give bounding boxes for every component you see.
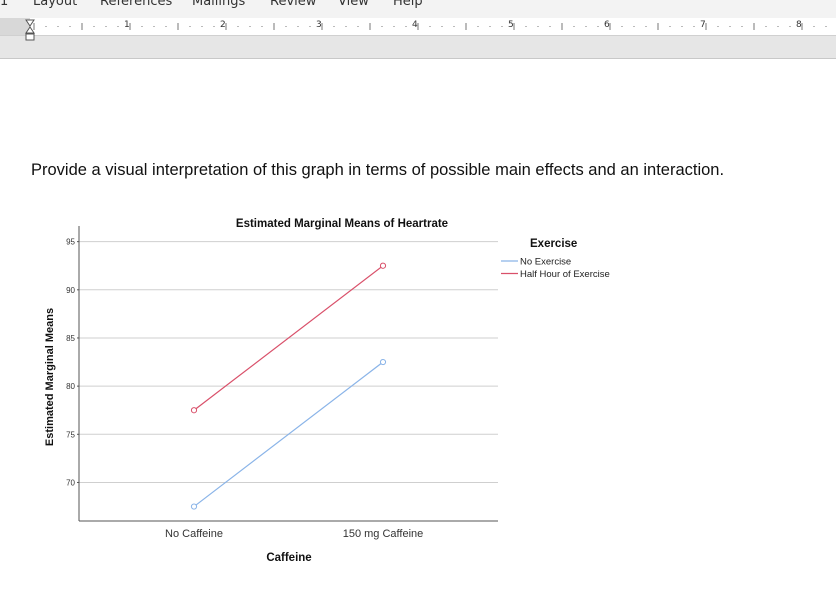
- tab-review[interactable]: Review: [270, 0, 316, 9]
- x-tick-label: No Caffeine: [165, 528, 223, 540]
- legend-entry: No Exercise: [520, 257, 571, 268]
- legend-title: Exercise: [530, 238, 577, 250]
- ruler-number: 2: [220, 20, 226, 30]
- estimated-marginal-means-chart: 70 75 80 85 90 95 No Caffeine 150 mg Caffeine Es…: [44, 218, 610, 564]
- ruler-area: 1 2 3 4 5 6 7 8: [0, 18, 836, 59]
- y-tick-label: 75: [66, 430, 75, 439]
- tab-file-edge[interactable]: 1: [0, 0, 8, 9]
- x-tick-label: 150 mg Caffeine: [343, 528, 424, 540]
- ruler-number: 6: [604, 20, 610, 30]
- ruler-number: 8: [796, 20, 802, 30]
- y-tick-label: 85: [66, 334, 75, 343]
- tab-help[interactable]: Help: [393, 0, 423, 9]
- series-point: [190, 503, 198, 510]
- y-tick-label: 80: [66, 382, 75, 391]
- series-point: [379, 358, 387, 366]
- y-tick-label: 90: [66, 286, 75, 295]
- indent-marker-icon[interactable]: [25, 19, 35, 51]
- y-tick-label: 95: [66, 238, 75, 247]
- ruler-number: 7: [700, 20, 706, 30]
- series-point: [379, 262, 387, 269]
- horizontal-ruler[interactable]: 1 2 3 4 5 6 7 8: [0, 18, 836, 36]
- tab-references[interactable]: References: [100, 0, 172, 9]
- tab-layout[interactable]: Layout: [33, 0, 77, 9]
- x-axis-label: Caffeine: [266, 552, 311, 564]
- chart-title: Estimated Marginal Means of Heartrate: [236, 218, 448, 230]
- ruler-number: 5: [508, 20, 514, 30]
- ruler-number: 1: [124, 20, 130, 30]
- series-point: [190, 407, 198, 414]
- y-tick-label: 70: [66, 478, 75, 487]
- ruler-number: 4: [412, 20, 418, 30]
- tab-mailings[interactable]: Mailings: [192, 0, 245, 9]
- ribbon-tab-bar: 1 Layout References Mailings Review View…: [0, 0, 836, 18]
- tab-view[interactable]: View: [338, 0, 369, 9]
- question-text: Provide a visual interpretation of this …: [31, 161, 725, 179]
- ruler-number: 3: [316, 20, 322, 30]
- y-axis-label: Estimated Marginal Means: [44, 308, 56, 446]
- legend-entry: Half Hour of Exercise: [520, 269, 610, 280]
